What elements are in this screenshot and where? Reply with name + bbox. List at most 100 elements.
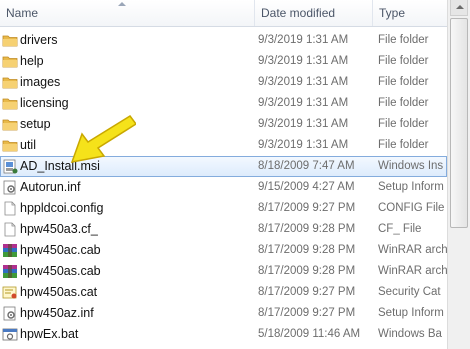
file-icon-cell <box>2 261 18 282</box>
file-date-modified: 8/17/2009 9:27 PM <box>258 202 356 214</box>
file-type: CF_ File <box>378 223 422 235</box>
folder-icon <box>2 54 18 69</box>
file-type: File folder <box>378 55 429 67</box>
file-name[interactable]: images <box>20 72 252 93</box>
winrar-archive-icon <box>2 264 18 279</box>
file-date-modified: 8/17/2009 9:27 PM <box>258 286 356 298</box>
file-row[interactable]: hpw450az.inf 8/17/2009 9:27 PM Setup Infor… <box>0 303 447 324</box>
file-date-modified: 9/3/2019 1:31 AM <box>258 55 349 67</box>
settings-file-icon <box>2 306 18 321</box>
file-date-modified: 8/17/2009 9:28 PM <box>258 265 356 277</box>
blank-file-icon <box>2 222 18 237</box>
arrow-pointer-icon <box>70 115 136 163</box>
file-type: File folder <box>378 139 429 151</box>
msi-installer-icon <box>2 159 18 174</box>
folder-icon <box>2 96 18 111</box>
file-row[interactable]: help 9/3/2019 1:31 AM File folder <box>0 51 447 72</box>
file-icon-cell <box>2 198 18 219</box>
column-header-type-label: Type <box>379 6 406 20</box>
file-type: File folder <box>378 76 429 88</box>
file-icon-cell <box>2 51 18 72</box>
file-type: File folder <box>378 34 429 46</box>
file-name[interactable]: hpw450az.inf <box>20 303 252 324</box>
file-icon-cell <box>2 114 18 135</box>
file-date-modified: 9/3/2019 1:31 AM <box>258 97 349 109</box>
column-header-name-label: Name <box>6 6 39 20</box>
file-icon-cell <box>2 219 18 240</box>
scroll-thumb[interactable] <box>450 18 468 228</box>
scroll-up-button[interactable] <box>450 0 468 16</box>
file-row[interactable]: hpw450a3.cf_ 8/17/2009 9:28 PM CF_ File <box>0 219 447 240</box>
file-type: File folder <box>378 118 429 130</box>
file-row[interactable]: util 9/3/2019 1:31 AM File folder <box>0 135 447 156</box>
file-row[interactable]: licensing 9/3/2019 1:31 AM File folder <box>0 93 447 114</box>
file-icon-cell <box>2 72 18 93</box>
file-type: WinRAR arch <box>378 244 447 256</box>
file-name[interactable]: help <box>20 51 252 72</box>
file-row[interactable]: AD_Install.msi 8/18/2009 7:47 AM Windows I… <box>0 156 447 177</box>
file-icon-cell <box>2 93 18 114</box>
column-header-date-modified[interactable]: Date modified <box>254 0 372 26</box>
file-icon-cell <box>2 30 18 51</box>
file-icon-cell <box>2 303 18 324</box>
sort-ascending-icon <box>118 2 126 6</box>
file-date-modified: 5/18/2009 11:46 AM <box>258 328 361 340</box>
settings-file-icon <box>2 180 18 195</box>
winrar-archive-icon <box>2 243 18 258</box>
file-row[interactable]: hpwEx.bat 5/18/2009 11:46 AM Windows Ba <box>0 324 447 345</box>
folder-icon <box>2 75 18 90</box>
file-name[interactable]: hpw450as.cat <box>20 282 252 303</box>
file-type: CONFIG File <box>378 202 445 214</box>
column-header-type[interactable]: Type <box>372 0 447 26</box>
file-date-modified: 8/17/2009 9:28 PM <box>258 244 356 256</box>
file-name[interactable]: hpw450ac.cab <box>20 240 252 261</box>
file-icon-cell <box>2 282 18 303</box>
file-type: Setup Inform <box>378 181 444 193</box>
blank-file-icon <box>2 201 18 216</box>
file-name[interactable]: hppldcoi.config <box>20 198 252 219</box>
file-date-modified: 9/3/2019 1:31 AM <box>258 118 349 130</box>
file-name[interactable]: drivers <box>20 30 252 51</box>
batch-file-icon <box>2 327 18 342</box>
file-name[interactable]: hpwEx.bat <box>20 324 252 345</box>
file-row[interactable]: drivers 9/3/2019 1:31 AM File folder <box>0 30 447 51</box>
file-date-modified: 8/18/2009 7:47 AM <box>258 160 355 172</box>
file-icon-cell <box>2 156 18 177</box>
file-name[interactable]: AD_Install.msi <box>20 156 252 177</box>
file-row[interactable]: hpw450as.cab 8/17/2009 9:28 PM WinRAR arch <box>0 261 447 282</box>
file-row[interactable]: hppldcoi.config 8/17/2009 9:27 PM CONFIG F… <box>0 198 447 219</box>
file-type: File folder <box>378 97 429 109</box>
file-date-modified: 9/3/2019 1:31 AM <box>258 34 349 46</box>
file-name[interactable]: Autorun.inf <box>20 177 252 198</box>
folder-icon <box>2 33 18 48</box>
file-icon-cell <box>2 177 18 198</box>
file-row[interactable]: images 9/3/2019 1:31 AM File folder <box>0 72 447 93</box>
file-name[interactable]: setup <box>20 114 252 135</box>
security-catalog-icon <box>2 285 18 300</box>
file-name[interactable]: hpw450as.cab <box>20 261 252 282</box>
file-row[interactable]: hpw450as.cat 8/17/2009 9:27 PM Security Ca… <box>0 282 447 303</box>
file-date-modified: 8/17/2009 9:28 PM <box>258 223 356 235</box>
file-type: WinRAR arch <box>378 265 447 277</box>
file-name[interactable]: util <box>20 135 252 156</box>
file-row[interactable]: setup 9/3/2019 1:31 AM File folder <box>0 114 447 135</box>
folder-icon <box>2 117 18 132</box>
file-type: Windows Ba <box>378 328 442 340</box>
file-icon-cell <box>2 324 18 345</box>
file-type: Setup Inform <box>378 307 444 319</box>
file-date-modified: 9/3/2019 1:31 AM <box>258 76 349 88</box>
file-icon-cell <box>2 135 18 156</box>
file-name[interactable]: licensing <box>20 93 252 114</box>
column-header-name[interactable]: Name <box>0 0 254 26</box>
file-type: Security Cat <box>378 286 441 298</box>
file-date-modified: 9/15/2009 4:27 AM <box>258 181 355 193</box>
vertical-scrollbar[interactable] <box>447 0 470 349</box>
file-row[interactable]: hpw450ac.cab 8/17/2009 9:28 PM WinRAR arch <box>0 240 447 261</box>
file-date-modified: 8/17/2009 9:27 PM <box>258 307 356 319</box>
file-name[interactable]: hpw450a3.cf_ <box>20 219 252 240</box>
file-type: Windows Ins <box>378 160 444 172</box>
file-row[interactable]: Autorun.inf 9/15/2009 4:27 AM Setup Inform <box>0 177 447 198</box>
column-header-date-label: Date modified <box>261 6 336 20</box>
folder-icon <box>2 138 18 153</box>
file-icon-cell <box>2 240 18 261</box>
